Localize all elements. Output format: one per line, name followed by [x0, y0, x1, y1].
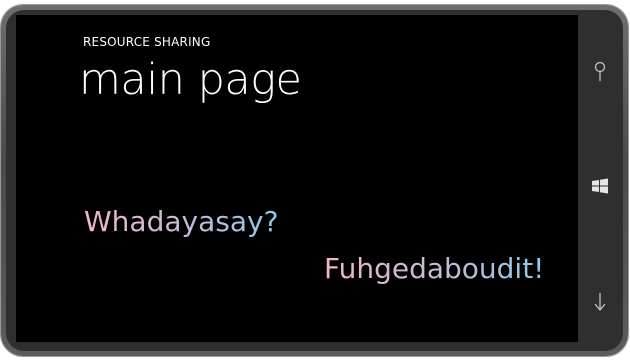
start-button[interactable] — [585, 173, 615, 199]
back-arrow-icon — [594, 293, 606, 311]
phone-screen: RESOURCE SHARING main page Whadayasay? F… — [16, 15, 578, 342]
gradient-text-whadayasay: Whadayasay? — [84, 205, 279, 238]
search-icon — [594, 61, 606, 81]
hardware-button-bar — [585, 15, 615, 342]
search-button[interactable] — [585, 59, 615, 85]
back-button[interactable] — [585, 289, 615, 315]
page-title: main page — [79, 55, 302, 105]
app-title: RESOURCE SHARING — [83, 35, 211, 49]
gradient-text-fuhgedaboudit: Fuhgedaboudit! — [324, 252, 545, 285]
windows-logo-icon — [592, 178, 608, 194]
